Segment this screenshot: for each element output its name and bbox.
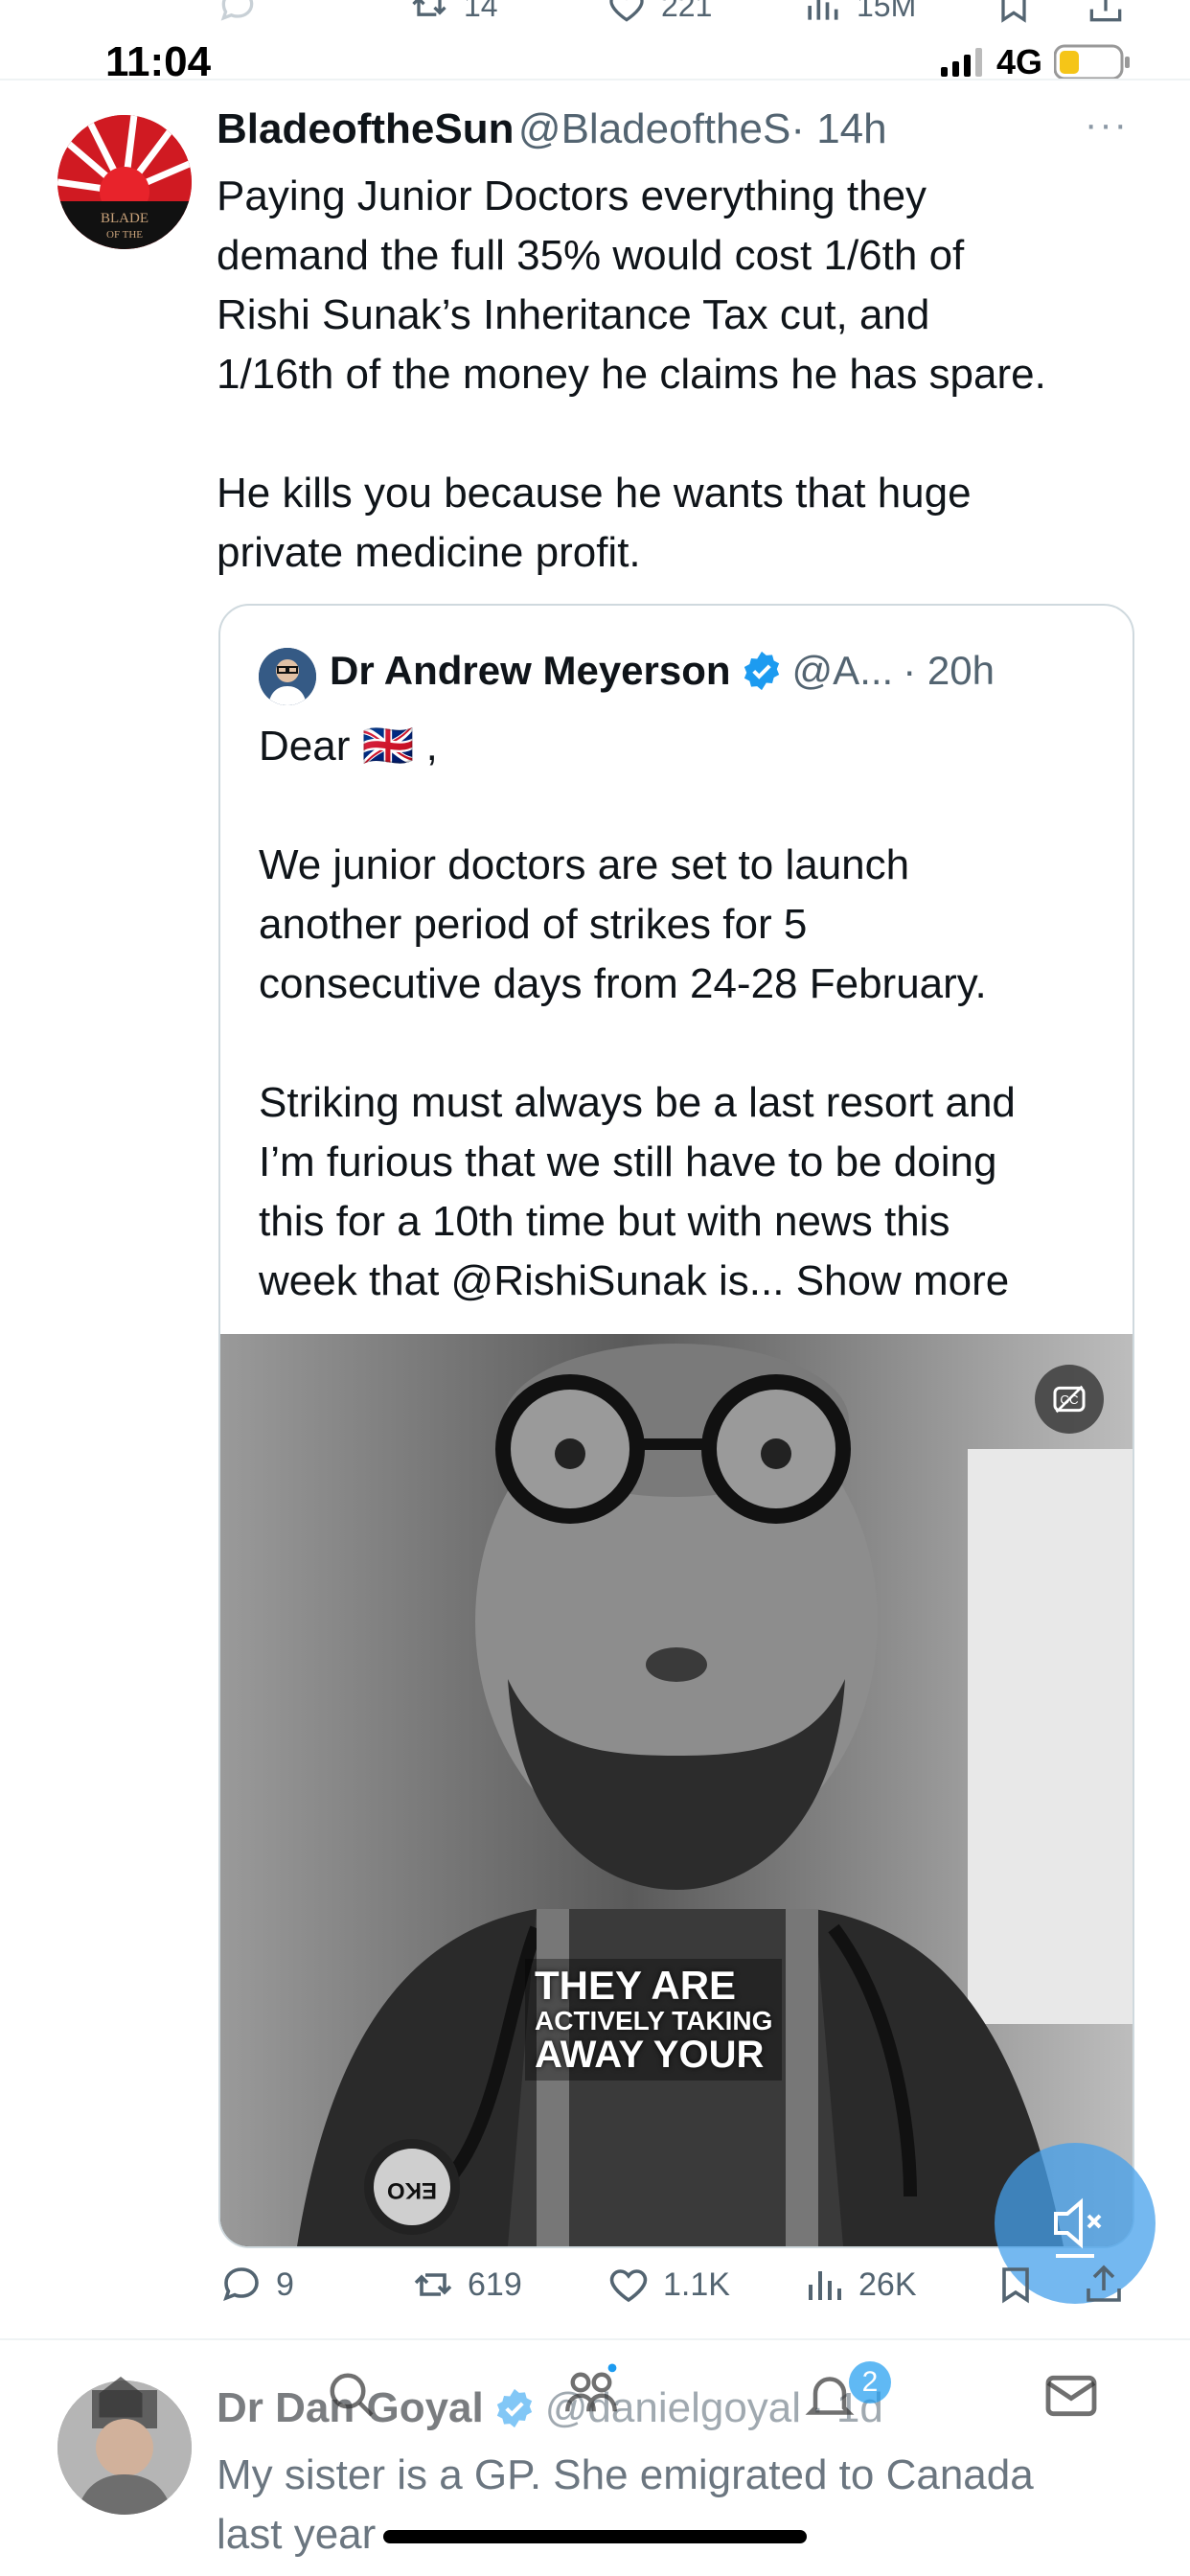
captions-button[interactable]: CC [1035,1365,1104,1434]
quoted-tweet-card[interactable]: Dr Andrew Meyerson @A... · 20h Dear 🇬🇧 , … [218,604,1134,2248]
like-count: 221 [661,0,713,23]
like-button[interactable]: 1.1K [606,2262,730,2308]
previous-tweet-actions: 14 221 15M [0,0,1190,38]
home-icon[interactable] [92,2367,149,2425]
bookmark-action[interactable] [993,0,1035,27]
bottom-tab-bar [0,2358,1190,2472]
share-icon [1087,2265,1121,2302]
like-count: 1.1K [663,2266,730,2303]
person-avatar-icon [259,648,316,705]
caption-line-2: ACTIVELY TAKING [535,2006,773,2036]
tweet-header: BladeoftheSun @BladeoftheS· 14h [217,105,1079,153]
messages-envelope-icon[interactable] [1041,2365,1102,2426]
quoted-author-name[interactable]: Dr Andrew Meyerson [330,648,731,694]
heart-icon [609,0,644,22]
show-more-link[interactable]: Show more [796,1257,1010,1304]
quoted-tweet-time: · 20h [903,648,995,693]
tweet-author-avatar[interactable]: BLADE OF THE [57,115,192,249]
reply-icon [223,2267,259,2302]
author-name[interactable]: BladeoftheSun [217,105,514,152]
retweet-count: 619 [468,2266,522,2303]
author-handle[interactable]: @BladeoftheS [518,105,790,152]
quoted-tweet-text: Dear 🇬🇧 , We junior doctors are set to l… [259,717,1111,1311]
reply-icon [220,0,254,21]
views-count: 15M [857,0,917,23]
retweet-icon [414,2273,452,2296]
quoted-text-body: Dear 🇬🇧 , We junior doctors are set to l… [259,723,1016,1304]
notifications-badge: 2 [849,2361,891,2404]
captions-off-icon: CC [1053,1385,1086,1414]
video-caption: THEY ARE ACTIVELY TAKING AWAY YOUR [525,1959,783,2082]
verified-badge-icon [744,651,779,691]
more-options-button[interactable]: ··· [1085,104,1129,147]
quoted-author-avatar[interactable] [259,648,316,705]
reply-action[interactable] [217,0,259,27]
svg-text:OF THE: OF THE [106,229,143,241]
share-button[interactable] [1081,2262,1127,2308]
views-count: 26K [858,2266,917,2303]
views-icon [808,0,838,20]
retweet-count: 14 [464,0,498,23]
tweet-actions: 9 619 1.1K 26K [218,2262,1138,2319]
heart-icon [609,2269,648,2303]
communities-icon[interactable] [560,2361,623,2425]
status-indicators: 4G [940,42,1131,82]
home-indicator[interactable] [383,2530,807,2543]
caption-line-1: THEY ARE [535,1963,737,2008]
tweet-time: · 14h [790,105,887,152]
like-action[interactable]: 221 [606,0,712,27]
network-type: 4G [995,42,1042,81]
views-button[interactable]: 26K [801,2262,917,2308]
svg-text:BLADE: BLADE [101,211,149,226]
retweet-icon [412,0,446,16]
bookmark-button[interactable] [993,2262,1039,2308]
rising-sun-logo-icon: BLADE OF THE [57,115,192,249]
caption-line-3: AWAY YOUR [535,2034,765,2077]
divider [0,79,1190,80]
retweet-button[interactable]: 619 [410,2262,522,2308]
reply-button[interactable]: 9 [218,2262,294,2308]
quoted-tweet-header: Dr Andrew Meyerson @A... · 20h [330,648,995,694]
battery-icon [1054,44,1130,80]
retweet-action[interactable]: 14 [408,0,498,27]
signal-icon [940,48,982,77]
video-frame: EKO [220,1334,1133,2246]
divider [0,2338,1190,2340]
share-action[interactable] [1085,0,1127,27]
views-action[interactable]: 15M [801,0,916,27]
views-icon [809,2271,841,2300]
tweet-text: Paying Junior Doctors everything they de… [217,172,1046,576]
bookmark-icon [1001,0,1026,23]
svg-text:EKO: EKO [387,2177,437,2203]
reply-count: 9 [276,2266,294,2303]
video-player[interactable]: EKO CC THEY ARE ACTIVELY TAKING AWAY YOU… [220,1334,1133,2246]
quoted-author-handle[interactable]: @A... [792,648,894,694]
search-icon[interactable] [324,2367,381,2425]
share-icon [1089,0,1122,22]
bookmark-icon [1002,2267,1029,2304]
